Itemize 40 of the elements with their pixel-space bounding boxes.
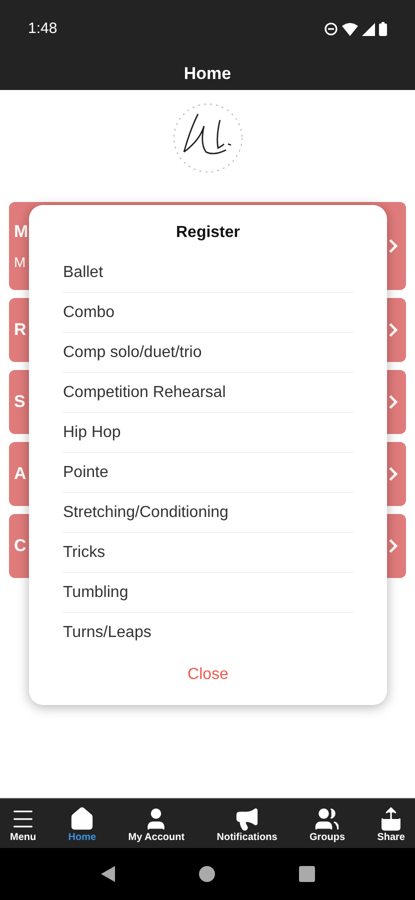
back-icon[interactable]: [100, 866, 114, 882]
chevron-icon: [388, 394, 398, 410]
chevron-icon: [388, 322, 398, 338]
register-option[interactable]: Pointe: [63, 460, 108, 484]
tab-bar-item[interactable]: Notifications: [216, 806, 278, 844]
register-option[interactable]: Tumbling: [63, 580, 128, 604]
tab-bar-item[interactable]: Menu: [10, 806, 36, 844]
register-option[interactable]: Comp solo/duet/trio: [63, 340, 202, 364]
wifi-icon: [342, 22, 358, 36]
register-option[interactable]: Stretching/Conditioning: [63, 500, 228, 524]
register-option[interactable]: Ballet: [63, 260, 104, 284]
register-option[interactable]: Competition Rehearsal: [63, 380, 226, 404]
card-title: M: [14, 220, 28, 243]
dialog-title: Register: [176, 223, 240, 243]
chevron-icon: [388, 466, 398, 482]
chevron-icon: [388, 238, 398, 254]
do-not-disturb-icon: [324, 22, 338, 36]
home-circle-icon[interactable]: [198, 866, 214, 882]
card-title: R: [14, 319, 26, 342]
tab-bar-item[interactable]: Groups: [309, 806, 346, 844]
header-title: Home: [184, 63, 232, 86]
card-title: S: [14, 391, 26, 414]
register-option[interactable]: Turns/Leaps: [63, 621, 152, 645]
house-icon: [69, 806, 96, 832]
register-option[interactable]: Tricks: [63, 540, 106, 564]
battery-icon: [379, 22, 387, 36]
card-title: C: [14, 535, 26, 558]
megaphone-icon: [234, 806, 260, 832]
people-icon: [314, 806, 340, 832]
tab-bar-item[interactable]: Share: [377, 806, 405, 844]
register-option[interactable]: Combo: [63, 300, 115, 324]
tab-bar-item[interactable]: My Account: [128, 806, 185, 844]
register-option[interactable]: Hip Hop: [63, 420, 121, 444]
signal-icon: [362, 22, 375, 36]
card-title: A: [14, 463, 26, 486]
card-subtitle: M: [14, 253, 27, 272]
chevron-icon: [388, 538, 398, 554]
status-time: 1:48: [28, 18, 58, 39]
tab-bar-item[interactable]: Home: [68, 806, 96, 844]
recents-icon[interactable]: [298, 866, 314, 882]
